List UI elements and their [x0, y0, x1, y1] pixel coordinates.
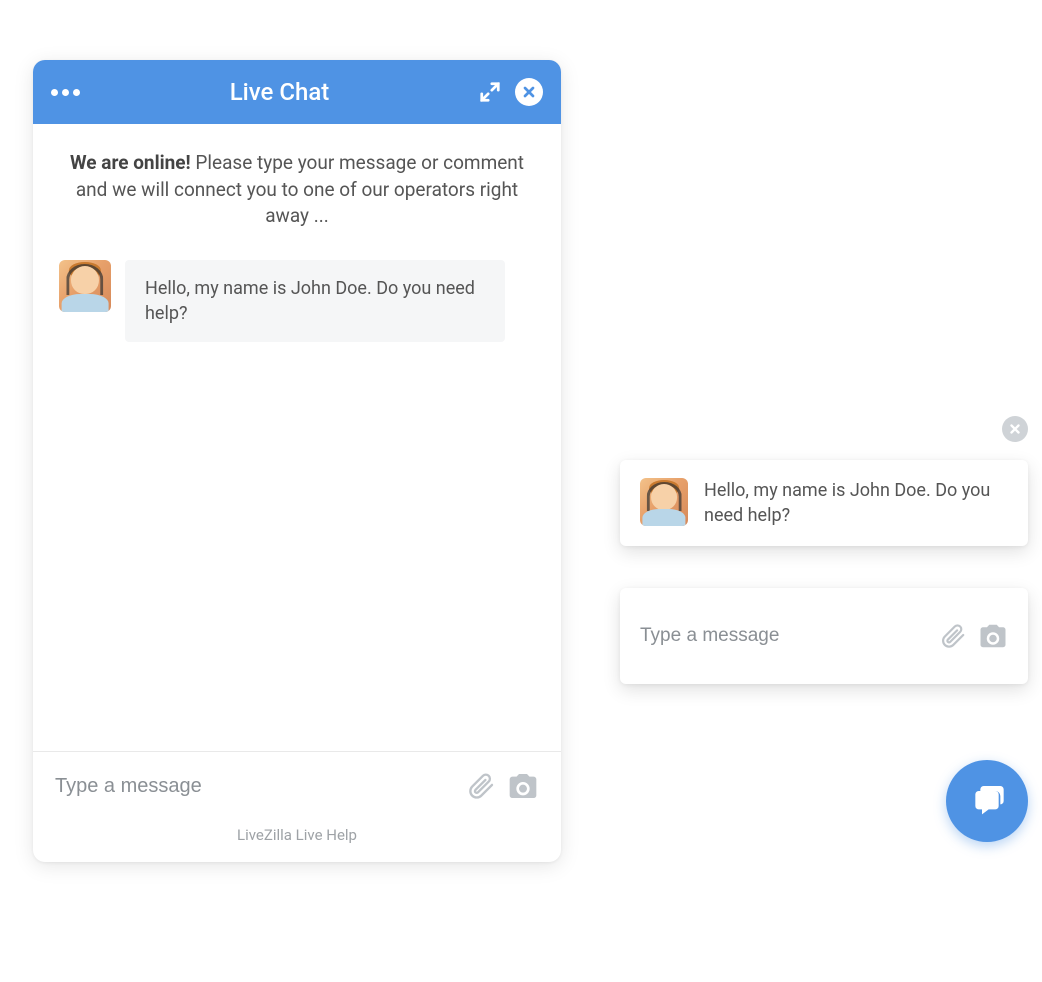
header-left-controls — [51, 89, 80, 96]
popup-message-input[interactable] — [640, 625, 928, 647]
operator-message-bubble: Hello, my name is John Doe. Do you need … — [125, 260, 505, 342]
intro-bold: We are online! — [70, 151, 191, 174]
chat-input-row — [33, 751, 561, 808]
chat-header: Live Chat — [33, 60, 561, 124]
expand-icon[interactable] — [479, 81, 501, 103]
chat-title: Live Chat — [80, 78, 479, 106]
message-input[interactable] — [55, 775, 455, 798]
chat-footer-link[interactable]: LiveZilla Live Help — [33, 808, 561, 862]
chat-window: Live Chat We are online! Please type you… — [33, 60, 561, 862]
popup-message-card[interactable]: Hello, my name is John Doe. Do you need … — [620, 460, 1028, 546]
popup-attachment-icon[interactable] — [940, 623, 966, 649]
popup-message-text: Hello, my name is John Doe. Do you need … — [704, 478, 1008, 528]
attachment-icon[interactable] — [467, 772, 495, 800]
chat-body: We are online! Please type your message … — [33, 124, 561, 751]
header-right-controls — [479, 78, 543, 106]
popup-operator-avatar — [640, 478, 688, 526]
camera-icon[interactable] — [507, 770, 539, 802]
chat-launcher-button[interactable] — [946, 760, 1028, 842]
close-icon[interactable] — [515, 78, 543, 106]
popup-input-card — [620, 588, 1028, 684]
popup-close-icon[interactable] — [1002, 416, 1028, 442]
popup-camera-icon[interactable] — [978, 621, 1008, 651]
menu-icon[interactable] — [51, 89, 80, 96]
operator-avatar — [59, 260, 111, 312]
operator-message-row: Hello, my name is John Doe. Do you need … — [59, 260, 535, 342]
intro-text: We are online! Please type your message … — [59, 150, 535, 230]
